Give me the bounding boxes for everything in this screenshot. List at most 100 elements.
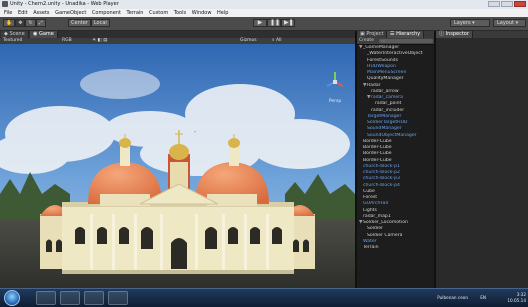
file-explorer-icon[interactable] [60, 291, 80, 305]
clock[interactable]: 3:32 10.05.14 [504, 292, 526, 303]
hierarchy-item-label: Soldier Camera [367, 232, 403, 238]
tab-project[interactable]: ▣ Project [357, 31, 388, 38]
hierarchy-item-label: _GameManager [363, 45, 400, 50]
tab-hierarchy[interactable]: ☰ Hierarchy [387, 31, 425, 38]
transform-tools: ✋ ✥ ↻ ⤢ [3, 19, 46, 27]
internet-explorer-icon[interactable] [36, 291, 56, 305]
hierarchy-item-label: Forest [363, 195, 378, 200]
inspector-panel: ⓘ Inspector [436, 31, 528, 288]
hierarchy-item-label: church-block-p2 [363, 170, 400, 175]
window-title: Unity - Chern2.unity - Unadika - Web Pla… [10, 1, 119, 7]
hierarchy-item-label: Border-Cube [363, 145, 392, 150]
toolbar: ✋ ✥ ↻ ⤢ Center Local ▶ ❚❚ ▶❚ Layers ▾ La… [0, 17, 528, 31]
hierarchy-item-label: radar_map1 [363, 213, 391, 219]
center-toggle[interactable]: Center [68, 19, 91, 27]
play-button[interactable]: ▶ [253, 19, 267, 27]
hierarchy-item-label: Border-Cube [363, 157, 392, 163]
game-tab-row: ◆ Scene ◉ Game [0, 31, 355, 38]
windows-taskbar: Pulbenan ceon EN 3:32 10.05.14 [0, 288, 528, 307]
hierarchy-item-label: radar_arrow [371, 88, 399, 94]
unity-app-icon [2, 1, 8, 7]
layers-dropdown[interactable]: Layers ▾ [450, 19, 490, 27]
tab-game[interactable]: ◉ Game [30, 31, 58, 38]
hierarchy-item-label: MainMenuScreen [367, 70, 407, 75]
hierarchy-item-label: Soldier_Locomotion [363, 220, 408, 225]
move-tool-icon[interactable]: ✥ [15, 19, 26, 27]
hierarchy-item-label: radar_point [375, 101, 402, 107]
playback-controls: ▶ ❚❚ ▶❚ [253, 19, 295, 27]
hierarchy-item-label: church-block-p3 [363, 176, 400, 182]
start-button[interactable] [4, 290, 20, 306]
tab-hierarchy-label: Hierarchy [396, 31, 421, 37]
hierarchy-item-label: SoldierTargetHUD [367, 120, 408, 125]
hierarchy-item-label: Border-Cube [363, 151, 392, 157]
inspector-tab-row: ⓘ Inspector [436, 31, 528, 38]
hierarchy-item-label: radar_includer [371, 107, 405, 113]
menu-component[interactable]: Component [92, 9, 121, 17]
menu-file[interactable]: File [4, 9, 12, 17]
tab-scene[interactable]: ◆ Scene [1, 31, 29, 38]
step-button[interactable]: ▶❚ [281, 19, 295, 27]
tab-inspector-label: Inspector [445, 31, 469, 37]
menu-terrain[interactable]: Terrain [127, 9, 144, 17]
minimize-button[interactable] [488, 1, 500, 7]
hierarchy-item-label: Lights [363, 207, 377, 213]
game-panel: ◆ Scene ◉ Game Textured RGB ☀ ◧ ▤ Gizmos… [0, 31, 355, 288]
hierarchy-item-label: SoundManager [367, 126, 402, 132]
hierarchy-item[interactable]: Terrain [357, 245, 435, 251]
tab-inspector[interactable]: ⓘ Inspector [436, 31, 473, 38]
hierarchy-panel: ▣ Project ☰ Hierarchy Create ▼_GameManag… [357, 31, 435, 288]
notify-label: Pulbenan ceon [437, 295, 468, 300]
unity-taskbar-icon[interactable] [108, 291, 128, 305]
hierarchy-tab-row: ▣ Project ☰ Hierarchy [357, 31, 435, 38]
close-button[interactable] [514, 1, 526, 7]
media-player-icon[interactable] [84, 291, 104, 305]
tab-scene-label: Scene [9, 31, 25, 37]
pause-button[interactable]: ❚❚ [267, 19, 281, 27]
hierarchy-item-label: ForestSounds [367, 57, 398, 63]
hierarchy-item-label: TargetManager [367, 113, 402, 119]
menu-tools[interactable]: Tools [174, 9, 186, 17]
church-scene-render: Persp [0, 44, 355, 288]
persp-label: Persp [329, 98, 342, 104]
tab-project-label: Project [366, 31, 384, 37]
hierarchy-item-label: radar_camera [371, 95, 403, 100]
layers-label: Layers [454, 20, 471, 26]
hierarchy-item-label: GOArchFall [363, 201, 389, 207]
layout-label: Layout [497, 20, 514, 26]
hierarchy-item-label: Water [363, 238, 377, 244]
hand-tool-icon[interactable]: ✋ [3, 19, 16, 27]
local-toggle[interactable]: Local [90, 19, 110, 27]
menu-edit[interactable]: Edit [18, 9, 28, 17]
hierarchy-toolbar: Create [357, 38, 435, 45]
window-controls [488, 1, 526, 7]
menu-gameobject[interactable]: GameObject [55, 9, 86, 17]
hierarchy-item-label: church-block-p1 [363, 163, 400, 169]
hierarchy-item-label: Cube [363, 188, 375, 194]
clock-date: 10.05.14 [507, 297, 526, 303]
maximize-button[interactable] [501, 1, 513, 7]
hierarchy-search-input[interactable] [379, 39, 433, 43]
rotate-tool-icon[interactable]: ↻ [25, 19, 36, 27]
hierarchy-item-label: Border-Cube [363, 138, 392, 144]
hierarchy-item-label: HUDWeapon [367, 63, 396, 69]
language-indicator[interactable]: EN [480, 295, 486, 300]
menu-assets[interactable]: Assets [33, 9, 49, 17]
hierarchy-item-label: Terrain [363, 245, 379, 250]
layout-dropdown[interactable]: Layout ▾ [493, 19, 526, 27]
hierarchy-list: ▼_GameManager _WaterInteractiveObject Fore… [357, 45, 435, 251]
hierarchy-item-label: Radar [367, 82, 381, 88]
menu-help[interactable]: Help [217, 9, 228, 17]
menu-window[interactable]: Window [192, 9, 212, 17]
tab-game-label: Game [38, 31, 54, 37]
hierarchy-item-label: church-block-p4 [363, 182, 400, 188]
game-viewport[interactable]: Persp [0, 44, 355, 288]
hierarchy-item-label: QualityManager [367, 76, 404, 82]
hierarchy-item-label: _WaterInteractiveObject [367, 51, 423, 57]
create-dropdown[interactable]: Create [359, 38, 374, 44]
hierarchy-item-label: SoundObjectManager [367, 132, 417, 138]
hierarchy-item-label: Soldier [367, 226, 383, 232]
pivot-toggles: Center Local [68, 19, 110, 27]
scale-tool-icon[interactable]: ⤢ [35, 19, 46, 27]
menu-custom[interactable]: Custom [149, 9, 168, 17]
